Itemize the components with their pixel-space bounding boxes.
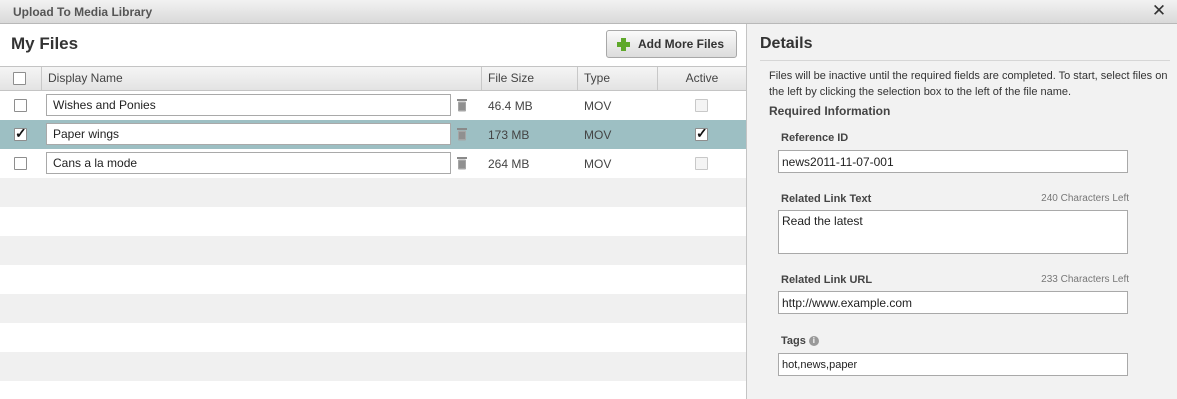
display-name-input[interactable]: [46, 152, 451, 174]
plus-icon: [617, 37, 630, 51]
files-panel: My Files Add More Files Display Name Fil…: [0, 24, 746, 399]
row-select-checkbox[interactable]: ✓: [14, 125, 27, 141]
empty-row: [0, 294, 746, 323]
dialog-title: Upload To Media Library: [13, 5, 153, 19]
add-more-files-label: Add More Files: [638, 37, 725, 51]
details-description: Files will be inactive until the require…: [769, 70, 1168, 98]
tags-input[interactable]: [778, 353, 1128, 376]
file-type: MOV: [584, 157, 612, 171]
select-all-checkbox[interactable]: [13, 72, 26, 85]
close-icon[interactable]: ✕: [1149, 1, 1169, 21]
tags-label: Tags: [781, 335, 806, 347]
empty-row: [0, 352, 746, 381]
select-all-cell: [0, 67, 42, 90]
column-file-size[interactable]: File Size: [481, 67, 578, 90]
file-row[interactable]: ✓ 173 MB MOV ✓: [0, 120, 746, 149]
related-link-url-input[interactable]: [778, 291, 1128, 314]
row-select-checkbox[interactable]: [14, 157, 27, 170]
files-table-header: Display Name File Size Type Active: [0, 66, 746, 91]
display-name-input[interactable]: [46, 94, 451, 116]
required-info-heading: Required Information: [769, 104, 891, 118]
upload-dialog: Upload To Media Library ✕ My Files Add M…: [0, 0, 1177, 399]
column-active[interactable]: Active: [657, 67, 746, 90]
file-size: 46.4 MB: [488, 99, 533, 113]
related-link-text-input[interactable]: Read the latest: [778, 210, 1128, 254]
related-link-url-count: 233 Characters Left: [1041, 274, 1129, 285]
files-heading: My Files: [11, 34, 79, 53]
column-type[interactable]: Type: [577, 67, 658, 90]
trash-icon[interactable]: [456, 98, 468, 112]
related-link-text-count: 240 Characters Left: [1041, 193, 1129, 204]
reference-id-input[interactable]: [778, 150, 1128, 173]
info-icon[interactable]: i: [808, 336, 819, 347]
reference-id-label: Reference ID: [781, 132, 849, 144]
related-link-text-label: Related Link Text: [781, 193, 872, 205]
file-row[interactable]: 264 MB MOV: [0, 149, 746, 178]
empty-row: [0, 236, 746, 265]
active-checkbox[interactable]: ✓: [695, 125, 708, 141]
checkmark-icon: ✓: [15, 125, 27, 141]
title-bar: Upload To Media Library ✕: [0, 0, 1177, 24]
checkmark-icon: ✓: [696, 125, 708, 141]
tags-label-wrap: Tags i: [781, 335, 819, 347]
file-size: 264 MB: [488, 157, 530, 171]
active-checkbox: [695, 157, 708, 170]
row-select-checkbox[interactable]: [14, 99, 27, 112]
file-row[interactable]: 46.4 MB MOV: [0, 91, 746, 120]
divider: [760, 60, 1170, 61]
file-type: MOV: [584, 128, 612, 142]
file-type: MOV: [584, 99, 612, 113]
file-size: 173 MB: [488, 128, 530, 142]
display-name-input[interactable]: [46, 123, 451, 145]
trash-icon[interactable]: [456, 127, 468, 141]
column-display-name[interactable]: Display Name: [41, 67, 482, 90]
add-more-files-button[interactable]: Add More Files: [606, 30, 737, 58]
trash-icon[interactable]: [456, 156, 468, 170]
related-link-url-label: Related Link URL: [781, 274, 873, 286]
details-panel: Details Files will be inactive until the…: [746, 24, 1177, 399]
empty-row: [0, 178, 746, 207]
active-checkbox: [695, 99, 708, 112]
details-heading: Details: [760, 35, 813, 52]
